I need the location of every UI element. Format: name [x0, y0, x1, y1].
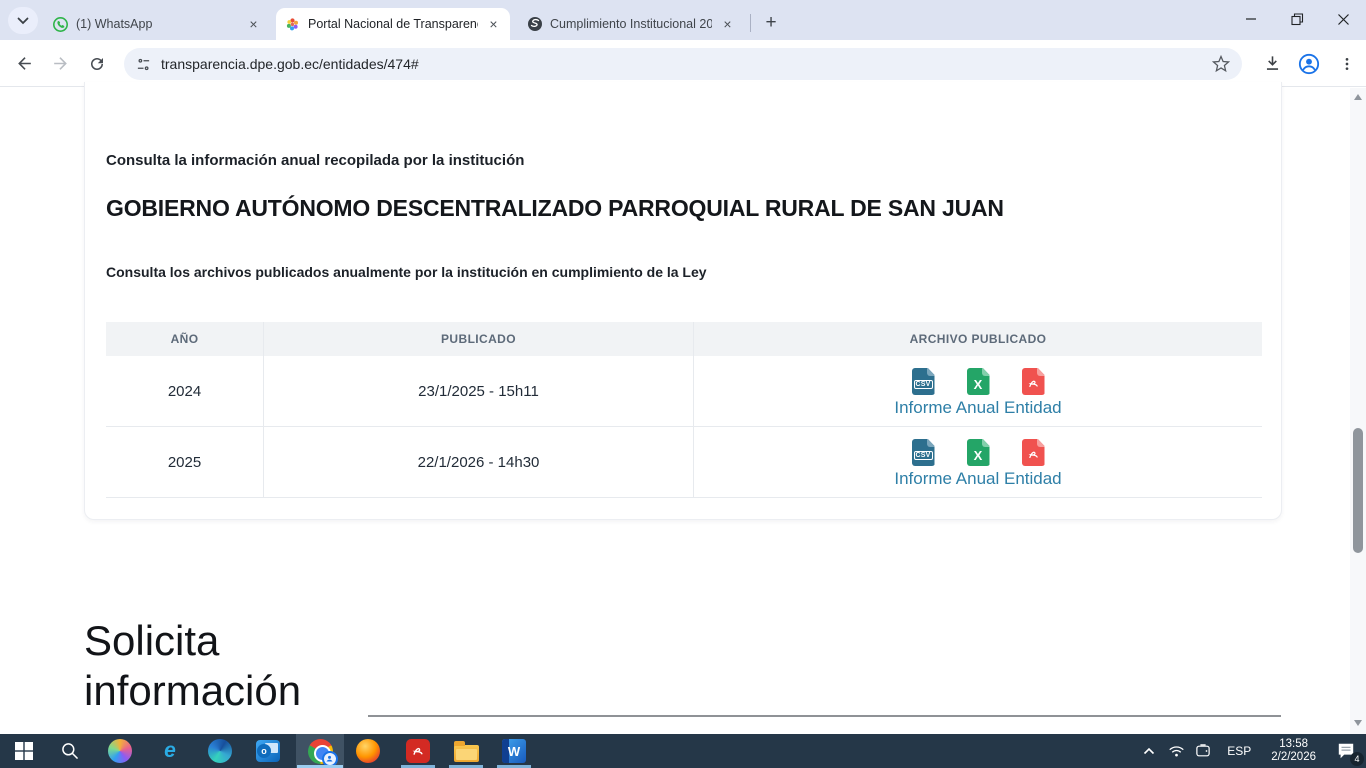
tab-title: Portal Nacional de Transparenci [308, 17, 478, 31]
page-scrollbar[interactable] [1350, 88, 1366, 734]
scroll-down-arrow[interactable] [1354, 720, 1362, 726]
csv-file-icon[interactable]: CSV [912, 439, 935, 466]
windows-taskbar: e o W ESP [0, 734, 1366, 768]
tray-date: 2/2/2026 [1271, 751, 1316, 764]
window-controls [1228, 0, 1366, 38]
tab-search-button[interactable] [8, 7, 38, 34]
portal-favicon [284, 16, 301, 33]
system-tray: ESP 13:58 2/2/2026 4 [1135, 734, 1366, 768]
clock[interactable]: 13:58 2/2/2026 [1261, 734, 1326, 768]
url-text[interactable]: transparencia.dpe.gob.ec/entidades/474# [161, 56, 1212, 72]
copilot-icon[interactable] [96, 734, 144, 768]
bookmark-star-icon[interactable] [1212, 55, 1230, 73]
pdf-file-icon[interactable] [1022, 368, 1045, 395]
files-cell: CSV X Informe Anual Entidad [694, 427, 1262, 497]
internet-explorer-icon[interactable]: e [146, 734, 194, 768]
informe-anual-link[interactable]: Informe Anual Entidad [894, 469, 1061, 489]
tab-title: (1) WhatsApp [76, 17, 238, 31]
close-tab-icon[interactable]: × [719, 16, 736, 33]
excel-file-icon[interactable]: X [967, 368, 990, 395]
site-info-icon[interactable] [136, 57, 151, 72]
profile-avatar[interactable] [1292, 47, 1325, 80]
section-divider [368, 715, 1281, 717]
chrome-icon[interactable] [296, 734, 344, 768]
csv-file-icon[interactable]: CSV [912, 368, 935, 395]
firefox-icon[interactable] [344, 734, 392, 768]
column-header-year: AÑO [106, 322, 264, 356]
menu-kebab-icon[interactable] [1330, 47, 1363, 80]
tab-title: Cumplimiento Institucional 202 [550, 17, 712, 31]
tray-time: 13:58 [1271, 738, 1316, 751]
start-button[interactable] [0, 734, 48, 768]
browser-toolbar: transparencia.dpe.gob.ec/entidades/474# [0, 40, 1366, 87]
year-cell: 2025 [106, 427, 264, 497]
page-content: Consulta la información anual recopilada… [0, 88, 1366, 734]
table-row: 2024 23/1/2025 - 15h11 CSV X Informe Anu… [106, 356, 1262, 427]
reload-button[interactable] [80, 47, 113, 80]
scroll-up-arrow[interactable] [1354, 94, 1362, 100]
reports-table: AÑO PUBLICADO ARCHIVO PUBLICADO 2024 23/… [106, 322, 1262, 498]
subtitle-text: Consulta los archivos publicados anualme… [106, 264, 707, 280]
close-tab-icon[interactable]: × [485, 16, 502, 33]
close-window-button[interactable] [1320, 0, 1366, 38]
published-cell: 23/1/2025 - 15h11 [264, 356, 694, 426]
close-tab-icon[interactable]: × [245, 16, 262, 33]
outlook-icon[interactable]: o [244, 734, 292, 768]
restore-button[interactable] [1274, 0, 1320, 38]
acrobat-icon[interactable] [394, 734, 442, 768]
tab-portal-transparencia[interactable]: Portal Nacional de Transparenci × [276, 8, 510, 40]
annual-reports-card: Consulta la información anual recopilada… [84, 82, 1282, 520]
tab-separator [750, 14, 751, 32]
forward-button[interactable] [44, 47, 77, 80]
table-row: 2025 22/1/2026 - 14h30 CSV X Informe Anu… [106, 427, 1262, 498]
pdf-file-icon[interactable] [1022, 439, 1045, 466]
table-header-row: AÑO PUBLICADO ARCHIVO PUBLICADO [106, 322, 1262, 356]
excel-file-icon[interactable]: X [967, 439, 990, 466]
minimize-button[interactable] [1228, 0, 1274, 38]
column-header-file: ARCHIVO PUBLICADO [694, 322, 1262, 356]
downloads-button[interactable] [1256, 47, 1289, 80]
chrome-profile-badge [322, 751, 338, 767]
new-tab-button[interactable]: + [758, 10, 784, 36]
wifi-icon[interactable] [1163, 734, 1189, 768]
back-button[interactable] [8, 47, 41, 80]
column-header-published: PUBLICADO [264, 322, 694, 356]
tab-cumplimiento[interactable]: Cumplimiento Institucional 202 × [518, 8, 744, 40]
tab-whatsapp[interactable]: (1) WhatsApp × [44, 8, 270, 40]
notification-badge: 4 [1350, 752, 1364, 766]
word-icon[interactable]: W [490, 734, 538, 768]
informe-anual-link[interactable]: Informe Anual Entidad [894, 398, 1061, 418]
language-indicator[interactable]: ESP [1217, 734, 1261, 768]
intro-text: Consulta la información anual recopilada… [106, 152, 524, 169]
tray-chevron-up-icon[interactable] [1135, 734, 1163, 768]
request-info-heading: Solicita información [84, 616, 384, 716]
globe-swirl-icon [526, 16, 543, 33]
scrollbar-thumb[interactable] [1353, 428, 1363, 553]
file-explorer-icon[interactable] [442, 734, 490, 768]
published-cell: 22/1/2026 - 14h30 [264, 427, 694, 497]
edge-icon[interactable] [196, 734, 244, 768]
address-bar[interactable]: transparencia.dpe.gob.ec/entidades/474# [124, 48, 1242, 80]
tab-strip: (1) WhatsApp × Portal Nacional de Transp… [0, 0, 1366, 40]
files-cell: CSV X Informe Anual Entidad [694, 356, 1262, 426]
entity-name-heading: GOBIERNO AUTÓNOMO DESCENTRALIZADO PARROQ… [106, 195, 1004, 222]
year-cell: 2024 [106, 356, 264, 426]
tray-device-icon[interactable] [1189, 734, 1217, 768]
chevron-down-icon [17, 17, 29, 25]
taskbar-search-button[interactable] [46, 734, 94, 768]
notification-center-button[interactable]: 4 [1326, 734, 1366, 768]
whatsapp-icon [52, 16, 69, 33]
